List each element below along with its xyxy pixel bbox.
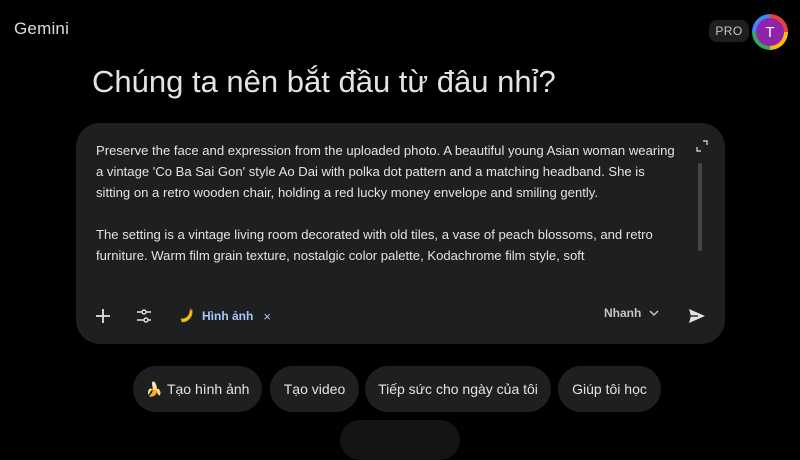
suggestion-chip-label: Tạo hình ảnh (166, 381, 250, 397)
close-icon[interactable]: × (263, 309, 271, 324)
partial-suggestion-chip[interactable] (340, 420, 460, 460)
send-icon[interactable] (687, 306, 707, 326)
pro-badge: PRO (709, 20, 749, 42)
banana-icon: 🍌 (145, 380, 163, 397)
avatar: T (756, 18, 784, 46)
suggestion-chip-help-me-learn[interactable]: Giúp tôi học (558, 366, 661, 412)
mode-dropdown[interactable]: Nhanh (604, 306, 659, 320)
expand-icon[interactable] (696, 140, 708, 152)
app-logo[interactable]: Gemini (14, 19, 69, 39)
scrollbar[interactable] (698, 163, 702, 251)
tools-icon[interactable] (135, 307, 153, 325)
suggestion-chip-label: Giúp tôi học (572, 381, 647, 397)
prompt-composer: Preserve the face and expression from th… (76, 123, 725, 344)
chevron-down-icon (649, 310, 659, 317)
account-avatar-button[interactable]: T (752, 14, 788, 50)
image-tool-chip[interactable]: Hình ảnh × (176, 301, 273, 331)
composer-toolbar: Hình ảnh × Nhanh (76, 297, 725, 337)
suggestion-chip-energize-day[interactable]: Tiếp sức cho ngày của tôi (365, 366, 551, 412)
prompt-input[interactable]: Preserve the face and expression from th… (96, 140, 676, 282)
image-tool-label: Hình ảnh (202, 309, 254, 323)
suggestion-chip-label: Tiếp sức cho ngày của tôi (378, 381, 538, 397)
suggestion-chip-label: Tạo video (283, 381, 346, 397)
plus-icon[interactable] (94, 307, 112, 325)
suggestion-chip-create-image[interactable]: 🍌 Tạo hình ảnh (133, 366, 262, 412)
banana-icon (180, 307, 193, 323)
mode-label: Nhanh (604, 306, 642, 320)
suggestion-chip-create-video[interactable]: Tạo video (270, 366, 359, 412)
page-title: Chúng ta nên bắt đầu từ đâu nhỉ? (92, 64, 556, 99)
